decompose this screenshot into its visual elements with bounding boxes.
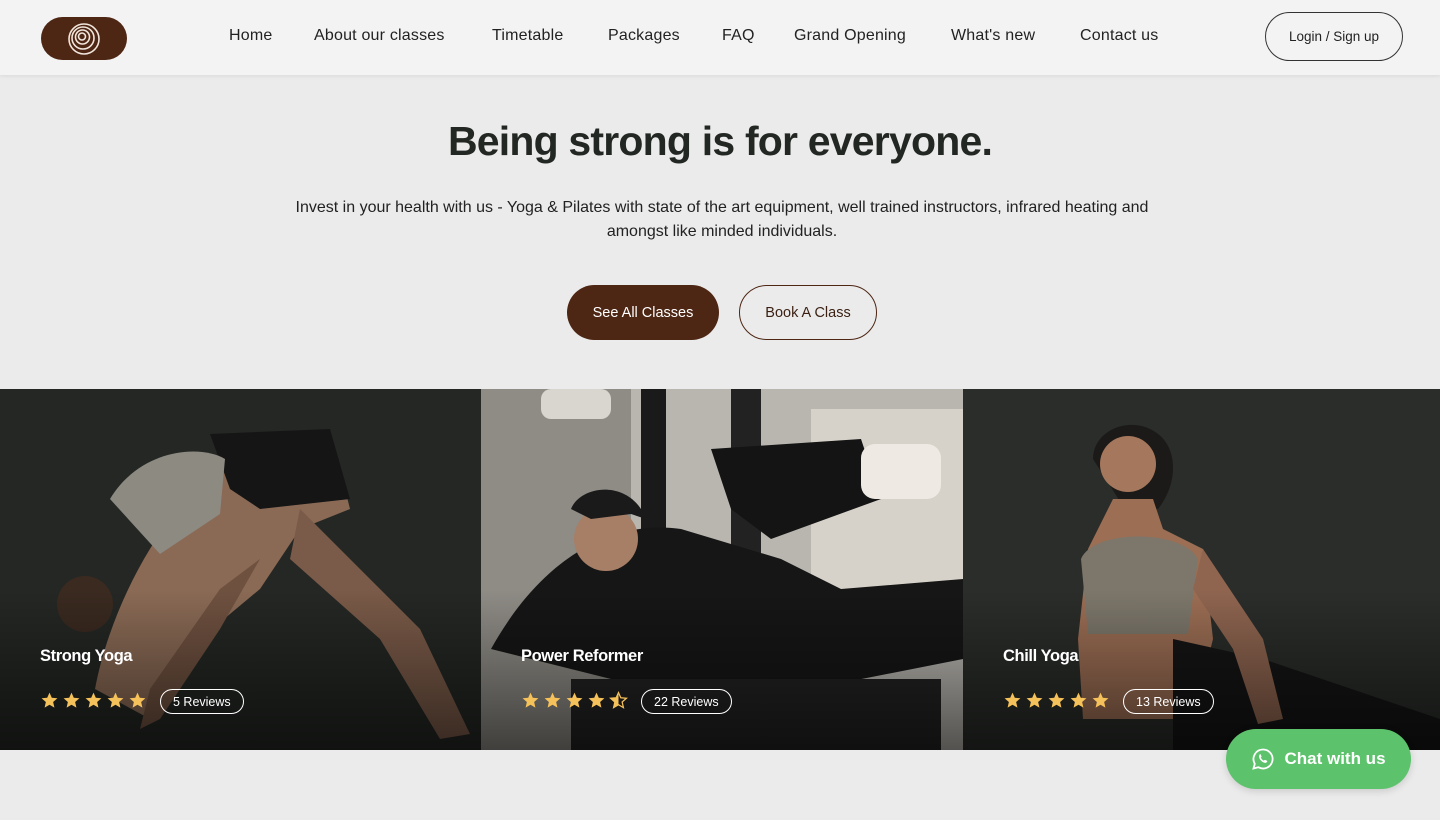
reviews-badge[interactable]: 13 Reviews	[1123, 689, 1214, 714]
star-icon	[566, 692, 583, 708]
card-overlay	[481, 590, 963, 750]
star-icon	[1092, 692, 1109, 708]
chat-with-us-button[interactable]: Chat with us	[1226, 729, 1411, 789]
class-card-strong-yoga[interactable]: Strong Yoga 5 Reviews	[0, 389, 481, 750]
rating-stars	[40, 691, 147, 710]
star-icon	[1070, 692, 1087, 708]
rating-stars	[521, 691, 628, 710]
nav-home[interactable]: Home	[229, 27, 272, 45]
star-icon	[107, 692, 124, 708]
star-icon	[41, 692, 58, 708]
nav-whats-new[interactable]: What's new	[951, 27, 1035, 45]
class-title: Strong Yoga	[40, 647, 133, 665]
star-icon	[544, 692, 561, 708]
card-overlay	[963, 590, 1440, 750]
spiral-logo-icon	[68, 22, 100, 55]
star-icon	[129, 692, 146, 708]
reviews-badge[interactable]: 5 Reviews	[160, 689, 244, 714]
star-icon	[1026, 692, 1043, 708]
star-icon	[1004, 692, 1021, 708]
login-signup-button[interactable]: Login / Sign up	[1265, 12, 1403, 61]
nav-timetable[interactable]: Timetable	[492, 27, 563, 45]
star-icon	[522, 692, 539, 708]
nav-packages[interactable]: Packages	[608, 27, 680, 45]
nav-grand-opening[interactable]: Grand Opening	[794, 27, 906, 45]
see-all-classes-button[interactable]: See All Classes	[567, 285, 719, 340]
class-title: Power Reformer	[521, 647, 643, 665]
rating-stars	[1003, 691, 1110, 710]
chat-label: Chat with us	[1284, 749, 1386, 768]
card-overlay	[0, 590, 481, 750]
reviews-badge[interactable]: 22 Reviews	[641, 689, 732, 714]
star-icon	[85, 692, 102, 708]
star-half-icon	[609, 691, 628, 709]
nav-faq[interactable]: FAQ	[722, 27, 755, 45]
site-header: Home About our classes Timetable Package…	[0, 0, 1440, 75]
book-a-class-button[interactable]: Book A Class	[739, 285, 877, 340]
star-icon	[63, 692, 80, 708]
star-icon	[588, 692, 605, 708]
class-title: Chill Yoga	[1003, 647, 1079, 665]
hero-subtitle: Invest in your health with us - Yoga & P…	[295, 199, 1149, 240]
whatsapp-icon	[1252, 748, 1274, 770]
brand-logo[interactable]	[41, 17, 127, 60]
class-card-power-reformer[interactable]: Power Reformer 22 Reviews	[481, 389, 963, 750]
class-cards: Strong Yoga 5 Reviews Power Reformer 22 …	[0, 389, 1440, 750]
star-icon	[1048, 692, 1065, 708]
nav-about-our-classes[interactable]: About our classes	[314, 27, 445, 45]
hero-title: Being strong is for everyone.	[447, 118, 993, 164]
class-card-chill-yoga[interactable]: Chill Yoga 13 Reviews	[963, 389, 1440, 750]
nav-contact-us[interactable]: Contact us	[1080, 27, 1158, 45]
